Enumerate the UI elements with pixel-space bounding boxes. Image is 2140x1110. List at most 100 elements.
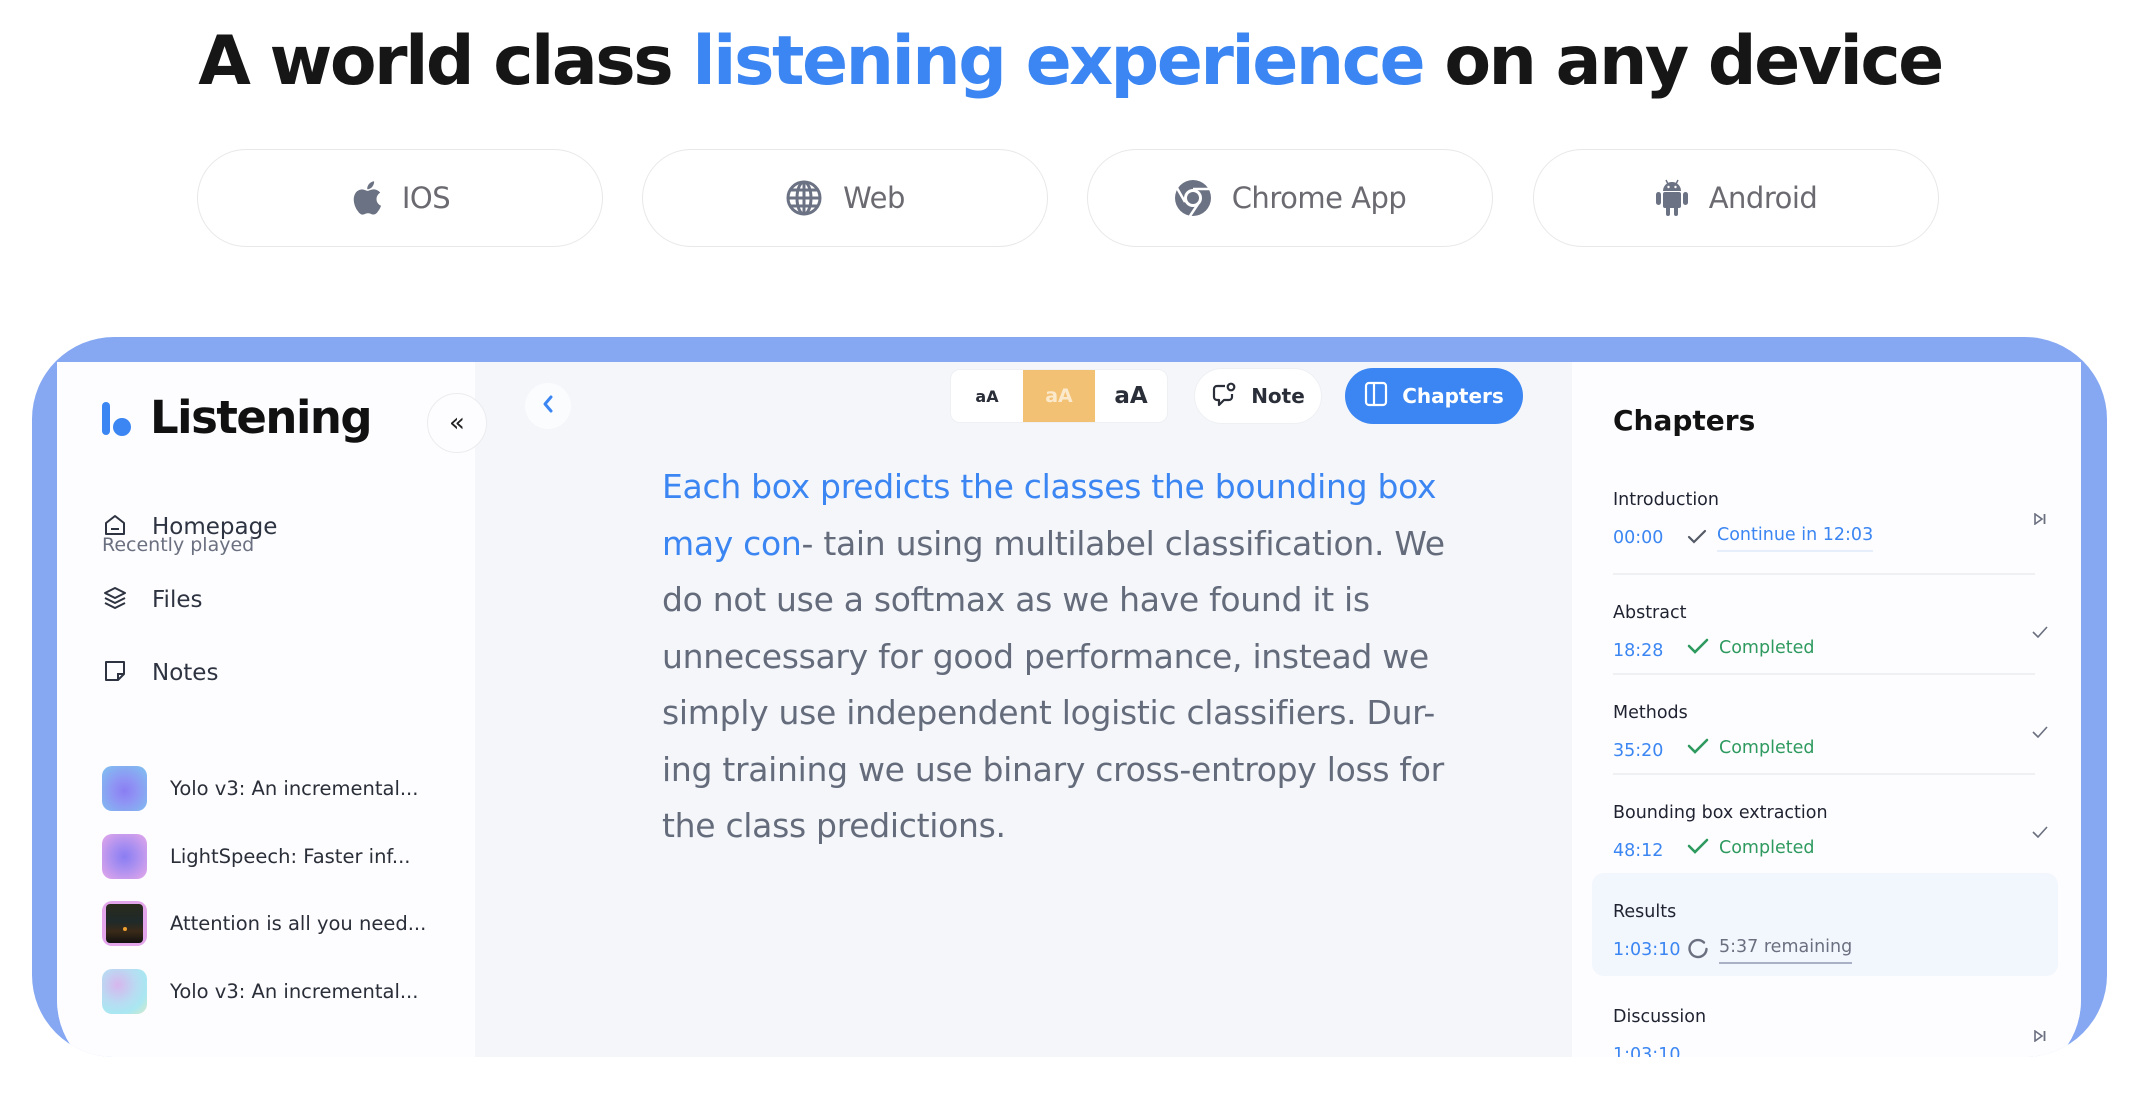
- check-icon: [1687, 738, 1709, 758]
- check-icon: [2029, 621, 2051, 643]
- back-button[interactable]: [525, 383, 571, 429]
- continue-link[interactable]: Continue in 12:03: [1717, 525, 1874, 552]
- android-icon: [1655, 178, 1689, 218]
- platform-label: Android: [1708, 181, 1818, 215]
- chapter-status: Continue in 12:03: [1687, 525, 1874, 552]
- chapter-item[interactable]: Discussion 1:03:10: [1613, 1007, 2051, 1057]
- recent-thumbnail: [102, 968, 147, 1014]
- check-icon: [1687, 838, 1709, 858]
- chapter-divider: [1613, 673, 2035, 675]
- skip-next-icon[interactable]: [2029, 508, 2051, 530]
- platform-button-android[interactable]: Android: [1533, 149, 1939, 247]
- chapter-divider: [1613, 573, 2035, 575]
- chapter-status: Completed: [1687, 638, 1814, 658]
- globe-icon: [785, 179, 823, 217]
- platform-label: IOS: [401, 181, 451, 215]
- chapter-title: Bounding box extraction: [1613, 803, 1828, 823]
- recent-thumbnail: [102, 900, 147, 946]
- layers-icon: [102, 585, 128, 615]
- recent-item-label: Yolo v3: An incremental...: [170, 776, 419, 800]
- platform-button-web[interactable]: Web: [642, 149, 1048, 247]
- hero-title-suffix: on any device: [1423, 22, 1944, 101]
- chapter-time[interactable]: 1:03:10: [1613, 1045, 1680, 1057]
- chapter-status: Completed: [1687, 738, 1814, 758]
- chapter-item[interactable]: Introduction 00:00 Continue in 12:03: [1613, 490, 2051, 566]
- sidebar-item-label: Files: [152, 587, 203, 613]
- check-icon: [1687, 529, 1707, 549]
- note-button-label: Note: [1251, 384, 1305, 408]
- chapter-time[interactable]: 18:28: [1613, 641, 1663, 661]
- brand-name: Listening: [150, 391, 373, 444]
- sidebar-panel-icon: [1364, 381, 1388, 411]
- logo-icon: [102, 402, 132, 438]
- app-preview-frame: Listening Homepage Files Notes Recently …: [32, 337, 2107, 1057]
- chapter-item[interactable]: Abstract 18:28 Completed: [1613, 603, 2051, 679]
- hero-title-prefix: A world class: [198, 22, 693, 101]
- check-icon: [2029, 821, 2051, 843]
- chapter-item[interactable]: Methods 35:20 Completed: [1613, 703, 2051, 779]
- completed-status: Completed: [1719, 638, 1815, 658]
- recent-item-label: LightSpeech: Faster inf...: [170, 844, 411, 868]
- chrome-icon: [1174, 179, 1212, 217]
- chapter-time[interactable]: 00:00: [1613, 528, 1663, 548]
- skip-next-icon[interactable]: [2029, 1025, 2051, 1047]
- chapter-title: Introduction: [1613, 490, 1719, 510]
- platform-label: Web: [843, 181, 905, 215]
- chapter-title: Results: [1613, 902, 1677, 922]
- loading-spinner-icon: [1687, 938, 1709, 964]
- chapter-time[interactable]: 48:12: [1613, 841, 1663, 861]
- recent-item[interactable]: Yolo v3: An incremental...: [102, 968, 418, 1014]
- sidebar-item-files[interactable]: Files: [102, 580, 202, 620]
- check-icon: [2029, 721, 2051, 743]
- recent-thumbnail: [102, 833, 147, 879]
- completed-status: Completed: [1719, 738, 1815, 758]
- chapter-time[interactable]: 1:03:10: [1613, 940, 1680, 960]
- chapter-time[interactable]: 35:20: [1613, 741, 1663, 761]
- chevron-left-icon: [541, 394, 555, 418]
- remaining-time: 5:37 remaining: [1719, 937, 1853, 964]
- font-size-medium[interactable]: aA: [1023, 370, 1095, 422]
- platform-button-chrome[interactable]: Chrome App: [1087, 149, 1493, 247]
- sidebar: Listening Homepage Files Notes Recently …: [57, 362, 475, 1057]
- double-chevron-left-icon: «: [449, 408, 465, 438]
- hero-title: A world class listening experience on an…: [0, 14, 2140, 110]
- font-size-selector: aA aA aA: [950, 369, 1168, 423]
- chapter-status: 5:37 remaining: [1687, 937, 1853, 964]
- chapters-panel-title: Chapters: [1613, 404, 1756, 437]
- recent-item[interactable]: LightSpeech: Faster inf...: [102, 833, 410, 879]
- reading-text-rest: - tain using multilabel classification. …: [662, 523, 1445, 846]
- note-button[interactable]: Note: [1194, 368, 1322, 424]
- collapse-sidebar-button[interactable]: «: [427, 393, 487, 453]
- chapter-divider: [1613, 773, 2035, 775]
- reader-main: aA aA aA Note Chapters Each box predicts…: [475, 362, 1572, 1057]
- sidebar-item-label: Notes: [152, 660, 219, 686]
- platform-buttons: IOS Web Chrome App Android: [197, 149, 1939, 247]
- note-icon: [102, 658, 128, 688]
- platform-label: Chrome App: [1231, 181, 1407, 215]
- recent-item[interactable]: Yolo v3: An incremental...: [102, 765, 418, 811]
- platform-button-ios[interactable]: IOS: [197, 149, 603, 247]
- chapter-item[interactable]: Bounding box extraction 48:12 Completed: [1613, 803, 2051, 879]
- chapter-item-current[interactable]: Results 1:03:10 5:37 remaining: [1613, 902, 2051, 978]
- chapters-button-label: Chapters: [1402, 384, 1504, 408]
- apple-icon: [350, 179, 382, 217]
- chapter-title: Discussion: [1613, 1007, 1707, 1027]
- recently-played-heading: Recently played: [102, 534, 255, 556]
- font-size-large[interactable]: aA: [1095, 370, 1167, 422]
- check-icon: [1687, 638, 1709, 658]
- font-size-small[interactable]: aA: [951, 370, 1023, 422]
- hero-title-accent: listening experience: [692, 22, 1425, 101]
- sidebar-item-notes[interactable]: Notes: [102, 653, 218, 693]
- chapters-panel: Chapters Introduction 00:00 Continue in …: [1572, 362, 2081, 1057]
- recent-item-label: Attention is all you need...: [170, 911, 427, 935]
- recent-item-label: Yolo v3: An incremental...: [170, 979, 419, 1003]
- recent-item[interactable]: Attention is all you need...: [102, 900, 426, 946]
- chapter-title: Methods: [1613, 703, 1688, 723]
- app-window: Listening Homepage Files Notes Recently …: [57, 362, 2081, 1057]
- chapters-button[interactable]: Chapters: [1345, 368, 1523, 424]
- chapter-title: Abstract: [1613, 603, 1687, 623]
- chapter-status: Completed: [1687, 838, 1814, 858]
- reading-text: Each box predicts the classes the boundi…: [662, 459, 1482, 855]
- comment-icon: [1211, 381, 1237, 411]
- recent-thumbnail: [102, 765, 147, 811]
